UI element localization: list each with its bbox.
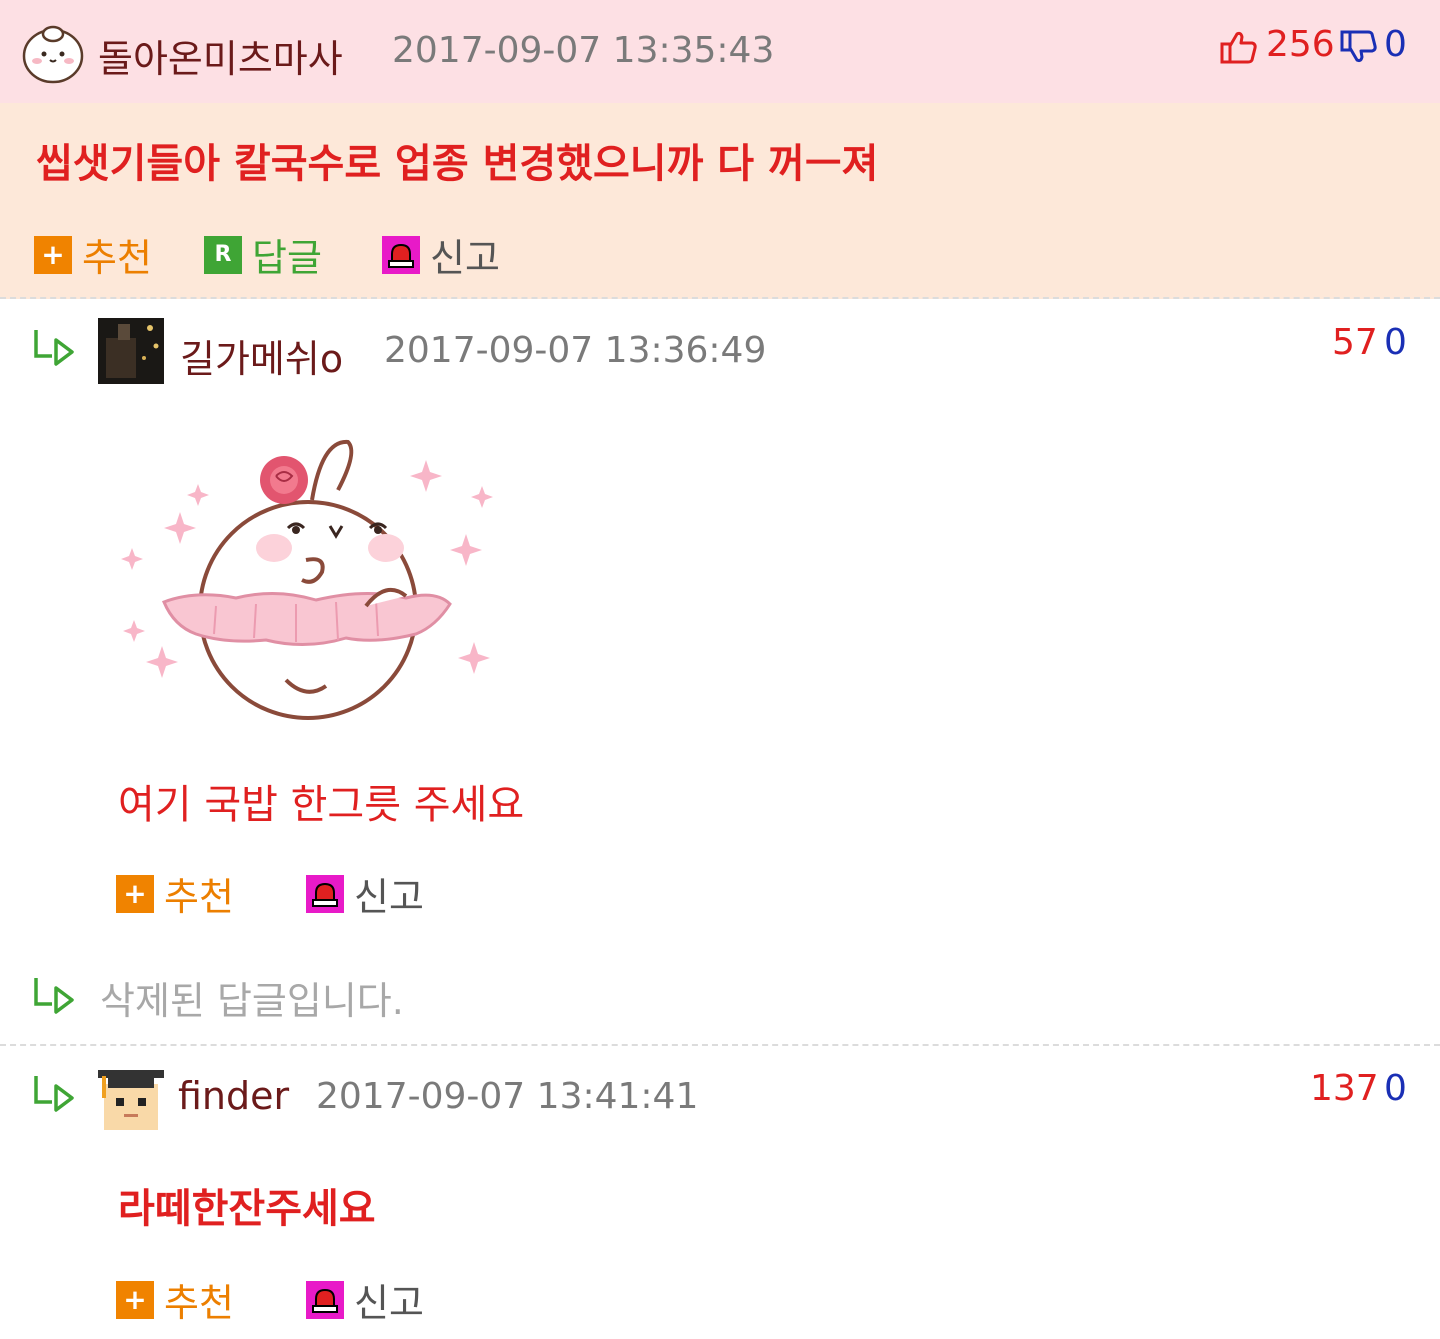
thumbs-up-icon[interactable] (1220, 28, 1258, 66)
siren-icon (382, 235, 420, 274)
report-button[interactable]: 신고 (382, 227, 500, 282)
comment-date: 2017-09-07 13:41:41 (316, 1076, 699, 1117)
comment-author[interactable]: 길가메쉬o (180, 328, 343, 383)
report-label: 신고 (354, 875, 424, 919)
reply-label: 답글 (252, 236, 322, 280)
post-text: 씹샛기들아 칼국수로 업종 변경했으니까 다 꺼ㅡ져 (36, 141, 879, 187)
recommend-label: 추천 (164, 875, 234, 919)
sticker-mochi-ballerina (116, 430, 506, 730)
comment-up-count[interactable]: 57 (1332, 322, 1378, 363)
divider (0, 1044, 1440, 1046)
report-label: 신고 (430, 236, 500, 280)
post-header: 돌아온미츠마사 2017-09-07 13:35:43 256 0 (0, 0, 1440, 103)
avatar-graduate-icon[interactable] (98, 1064, 164, 1130)
reply-arrow-icon (30, 326, 78, 370)
comment-text: 라떼한잔주세요 (118, 1186, 376, 1232)
reply-button[interactable]: R 답글 (204, 227, 322, 282)
siren-icon (306, 1280, 344, 1319)
report-button[interactable]: 신고 (306, 866, 424, 921)
report-label: 신고 (354, 1281, 424, 1325)
recommend-label: 추천 (82, 236, 152, 280)
siren-icon (306, 874, 344, 913)
recommend-button[interactable]: + 추천 (116, 1272, 234, 1327)
reply-arrow-icon (30, 974, 78, 1018)
comment-text: 여기 국밥 한그릇 주세요 (118, 782, 525, 828)
post-date: 2017-09-07 13:35:43 (392, 30, 775, 71)
recommend-button[interactable]: + 추천 (34, 227, 152, 282)
comment-up-count[interactable]: 137 (1310, 1068, 1379, 1109)
post-up-count: 256 (1266, 24, 1335, 65)
recommend-button[interactable]: + 추천 (116, 866, 234, 921)
comment-author[interactable]: finder (178, 1074, 289, 1118)
reply-arrow-icon (30, 1072, 78, 1116)
post-down-count: 0 (1384, 24, 1407, 65)
comment-down-count[interactable]: 0 (1384, 1068, 1407, 1109)
post-body: 씹샛기들아 칼국수로 업종 변경했으니까 다 꺼ㅡ져 + 추천 R 답글 신고 (0, 103, 1440, 299)
report-button[interactable]: 신고 (306, 1272, 424, 1327)
plus-icon: + (34, 235, 72, 274)
thumbs-down-icon[interactable] (1340, 28, 1378, 66)
deleted-reply-notice: 삭제된 답글입니다. (100, 979, 404, 1023)
avatar-mochi-icon[interactable] (20, 20, 86, 86)
comment-date: 2017-09-07 13:36:49 (384, 330, 767, 371)
avatar-photo[interactable] (98, 318, 164, 384)
post-author[interactable]: 돌아온미츠마사 (98, 28, 343, 83)
plus-icon: + (116, 1280, 154, 1319)
comment-down-count[interactable]: 0 (1384, 322, 1407, 363)
reply-badge-icon: R (204, 235, 242, 274)
plus-icon: + (116, 874, 154, 913)
recommend-label: 추천 (164, 1281, 234, 1325)
